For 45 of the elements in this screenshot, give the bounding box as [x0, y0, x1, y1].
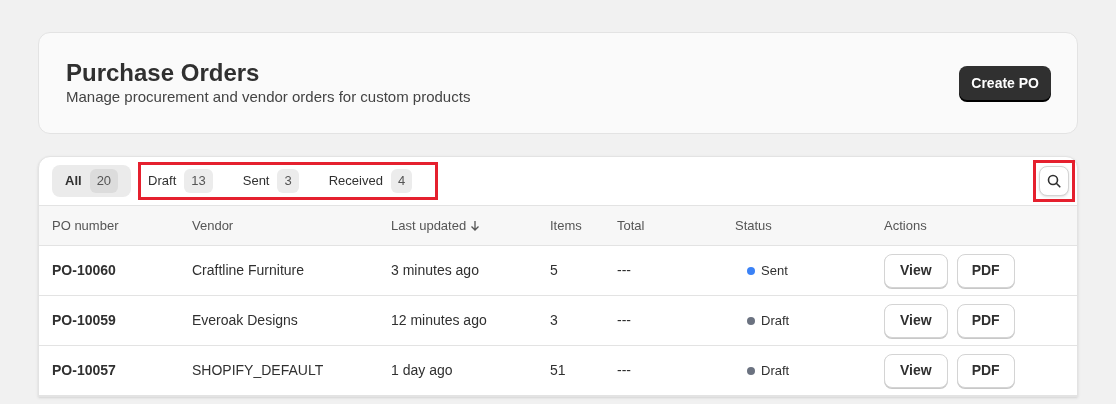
count-badge: 3: [277, 169, 299, 193]
table-cell-text: 3 minutes ago: [391, 261, 480, 280]
sort-arrow-icon: [470, 220, 481, 231]
pdf-button[interactable]: PDF: [956, 253, 1015, 288]
filter-tab[interactable]: Received 4: [321, 165, 420, 197]
table-cell-text: 12 minutes ago: [391, 311, 488, 330]
count-badge: 20: [89, 169, 119, 193]
column-header: PO number: [52, 216, 120, 235]
count-badge: 13: [184, 169, 213, 193]
pdf-button[interactable]: PDF: [956, 303, 1015, 338]
table-cell-text: PO-10060: [52, 261, 117, 280]
column-header: Total: [617, 216, 646, 235]
count-badge: 4: [390, 169, 413, 193]
column-header[interactable]: Last updated: [391, 215, 550, 236]
table-cell-text: SHOPIFY_DEFAULT: [192, 361, 325, 380]
table-cell-text: PO-10057: [52, 361, 117, 380]
table-cell-text: ---: [617, 261, 632, 280]
table-cell-text: 51: [550, 361, 567, 380]
table-cell-text: PO-10059: [52, 311, 117, 330]
filter-tab[interactable]: Draft 13: [141, 165, 220, 197]
table-cell-text: 1 day ago: [391, 361, 454, 380]
column-header: Actions: [884, 216, 928, 235]
table-cell-text: Craftline Furniture: [192, 261, 306, 280]
view-button[interactable]: View: [884, 253, 948, 288]
status-label: Sent: [761, 261, 788, 280]
table-cell-text: ---: [617, 361, 632, 380]
table-cell-text: 3: [550, 311, 559, 330]
search-button[interactable]: [1039, 166, 1069, 196]
column-header: Status: [735, 216, 773, 235]
filter-tab[interactable]: Sent 3: [235, 165, 306, 197]
search-icon: [1047, 174, 1061, 188]
view-button[interactable]: View: [884, 353, 948, 388]
column-header: Vendor: [192, 216, 235, 235]
view-button[interactable]: View: [884, 303, 948, 338]
table-cell-text: 5: [550, 261, 559, 280]
pdf-button[interactable]: PDF: [956, 353, 1015, 388]
column-header: Items: [550, 216, 583, 235]
status-label: Draft: [761, 311, 790, 330]
table-cell-text: Everoak Designs: [192, 311, 299, 330]
page-subtitle: Manage procurement and vendor orders for custom products: [66, 87, 471, 107]
filter-tab[interactable]: All 20: [52, 165, 132, 197]
table-cell-text: ---: [617, 311, 632, 330]
create-po-button[interactable]: Create PO: [959, 66, 1051, 100]
page-title: Purchase Orders: [66, 59, 261, 87]
status-label: Draft: [761, 361, 790, 380]
